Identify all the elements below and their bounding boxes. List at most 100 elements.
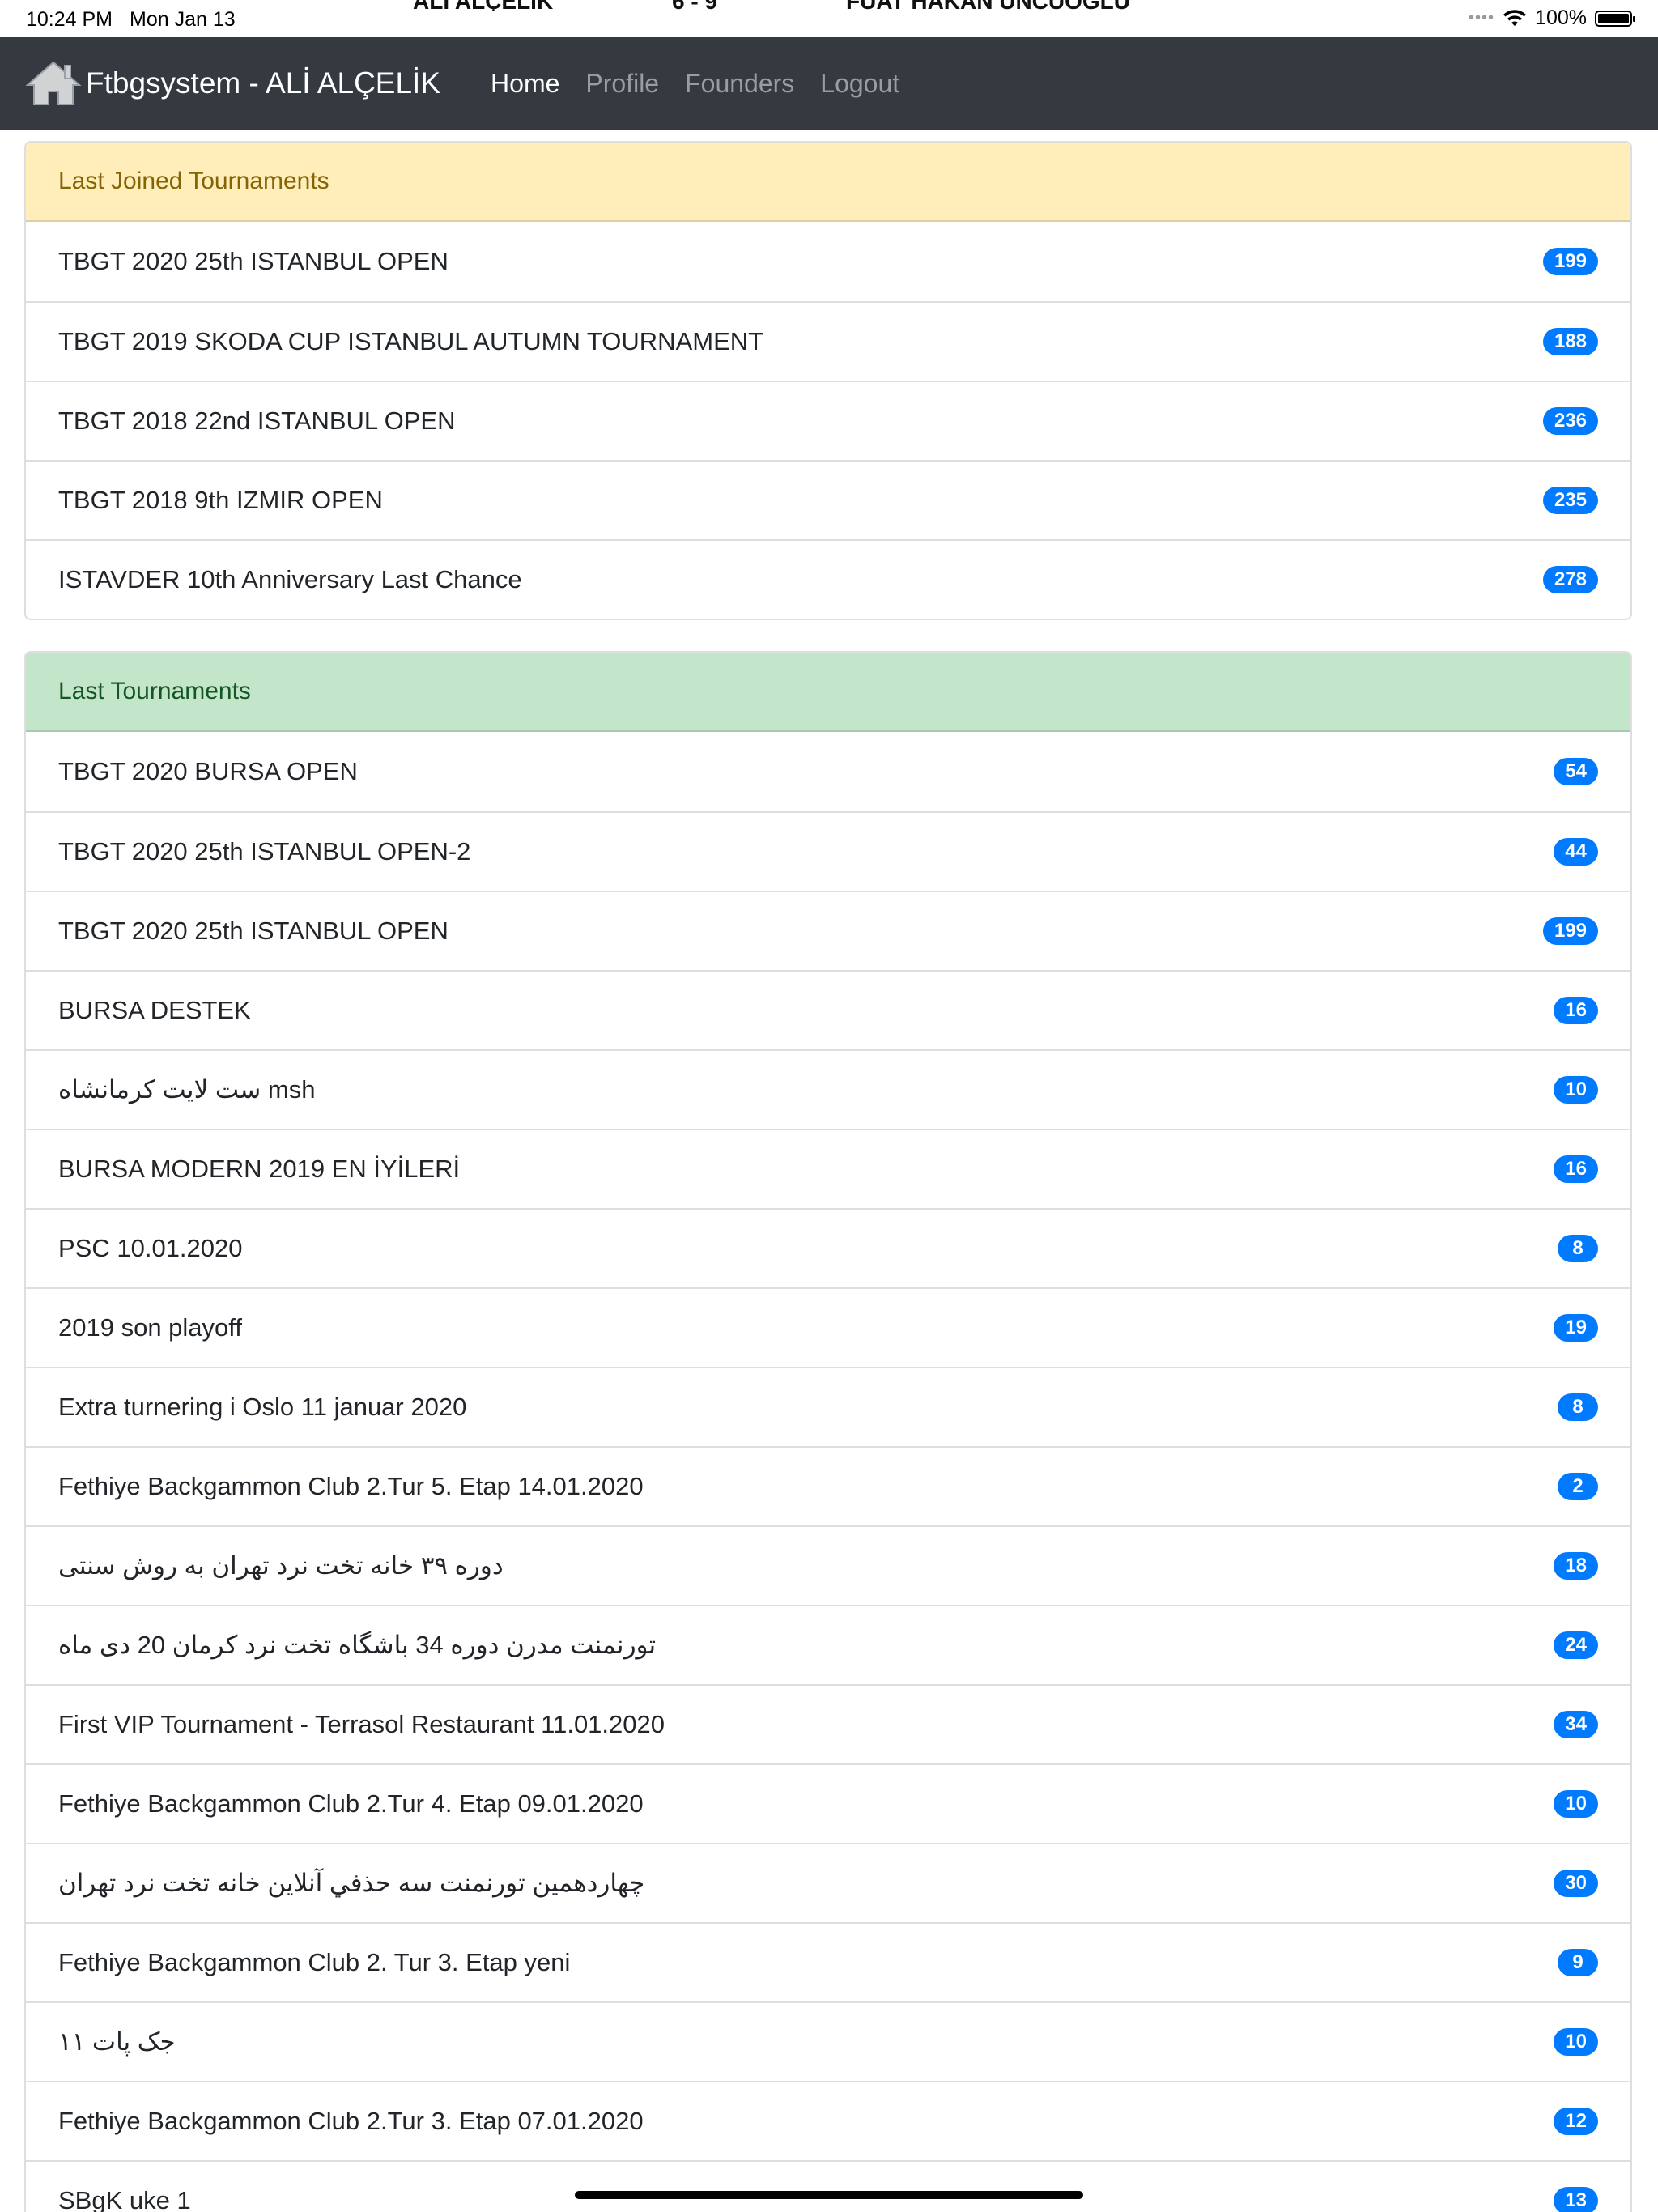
list-item[interactable]: ست لایت کرمانشاه msh 10: [26, 1049, 1630, 1129]
tournament-title: جک پات ۱۱: [58, 2027, 176, 2056]
status-date: Mon Jan 13: [130, 8, 236, 31]
status-right: •••• 100%: [1469, 6, 1635, 30]
status-bar: ALİ ALÇELİK 6 - 9 FUAT HAKAN ÜNCÜOĞLU 10…: [0, 0, 1658, 37]
tournament-title: دوره ۳۹ خانه تخت نرد تهران به روش سنتی: [58, 1551, 504, 1580]
last-joined-list: TBGT 2020 25th ISTANBUL OPEN 199 TBGT 2019…: [26, 222, 1630, 619]
list-item[interactable]: PSC 10.01.2020 8: [26, 1208, 1630, 1287]
tournament-title: Fethiye Backgammon Club 2. Tur 3. Etap y…: [58, 1948, 571, 1976]
tournament-title: TBGT 2018 22nd ISTANBUL OPEN: [58, 406, 456, 435]
tournament-title: چهاردهمین تورنمنت سه حذفي آنلاین خانه تخ…: [58, 1869, 645, 1897]
tournament-title: Fethiye Backgammon Club 2.Tur 5. Etap 14…: [58, 1472, 644, 1500]
tournament-title: TBGT 2020 25th ISTANBUL OPEN: [58, 247, 449, 275]
player-count-badge: 19: [1554, 1314, 1598, 1342]
tournament-title: تورنمنت مدرن دوره 34 باشگاه تخت نرد کرما…: [58, 1631, 657, 1659]
list-item[interactable]: TBGT 2020 25th ISTANBUL OPEN 199: [26, 891, 1630, 970]
player-count-badge: 9: [1558, 1949, 1598, 1976]
cut-score: 6 - 9: [672, 0, 717, 11]
page: ALİ ALÇELİK 6 - 9 FUAT HAKAN ÜNCÜOĞLU 10…: [0, 0, 1658, 2212]
tournament-title: TBGT 2020 BURSA OPEN: [58, 757, 358, 785]
list-item[interactable]: 2019 son playoff 19: [26, 1287, 1630, 1367]
tournament-title: BURSA MODERN 2019 EN İYİLERİ: [58, 1155, 461, 1183]
player-count-badge: 18: [1554, 1552, 1598, 1580]
tournament-title: First VIP Tournament - Terrasol Restaura…: [58, 1710, 665, 1738]
last-tournaments-header: Last Tournaments: [26, 653, 1630, 732]
tournament-title: Fethiye Backgammon Club 2.Tur 4. Etap 09…: [58, 1789, 644, 1818]
list-item[interactable]: BURSA DESTEK 16: [26, 970, 1630, 1049]
tournament-title: ISTAVDER 10th Anniversary Last Chance: [58, 565, 522, 593]
list-item[interactable]: ISTAVDER 10th Anniversary Last Chance 278: [26, 539, 1630, 619]
player-count-badge: 30: [1554, 1870, 1598, 1897]
player-count-badge: 199: [1542, 248, 1598, 275]
player-count-badge: 8: [1558, 1235, 1598, 1262]
list-item[interactable]: تورنمنت مدرن دوره 34 باشگاه تخت نرد کرما…: [26, 1605, 1630, 1684]
tournament-title: BURSA DESTEK: [58, 996, 251, 1024]
navbar: Ftbgsystem - ALİ ALÇELİK Home Profile Fo…: [0, 37, 1658, 130]
list-item[interactable]: TBGT 2018 9th IZMIR OPEN 235: [26, 460, 1630, 539]
list-item[interactable]: Fethiye Backgammon Club 2.Tur 3. Etap 07…: [26, 2081, 1630, 2160]
nav-logout[interactable]: Logout: [820, 69, 899, 99]
cut-player-left: ALİ ALÇELİK: [413, 0, 553, 11]
player-count-badge: 10: [1554, 1076, 1598, 1104]
nav-links: Home Profile Founders Logout: [465, 69, 899, 99]
player-count-badge: 16: [1554, 1155, 1598, 1183]
list-item[interactable]: First VIP Tournament - Terrasol Restaura…: [26, 1684, 1630, 1763]
player-count-badge: 16: [1554, 997, 1598, 1024]
tournament-title: ست لایت کرمانشاه msh: [58, 1075, 316, 1104]
wifi-icon: [1503, 9, 1527, 26]
player-count-badge: 8: [1558, 1393, 1598, 1421]
tournament-title: 2019 son playoff: [58, 1313, 242, 1342]
tournament-title: TBGT 2019 SKODA CUP ISTANBUL AUTUMN TOUR…: [58, 327, 764, 355]
navbar-brand[interactable]: Ftbgsystem - ALİ ALÇELİK: [24, 59, 440, 108]
list-item[interactable]: TBGT 2018 22nd ISTANBUL OPEN 236: [26, 381, 1630, 460]
list-item[interactable]: دوره ۳۹ خانه تخت نرد تهران به روش سنتی 18: [26, 1525, 1630, 1605]
player-count-badge: 235: [1542, 487, 1598, 514]
nav-profile[interactable]: Profile: [585, 69, 659, 99]
tournament-title: TBGT 2020 25th ISTANBUL OPEN-2: [58, 837, 471, 866]
signal-dots-icon: ••••: [1469, 9, 1495, 27]
notification-cut-off: ALİ ALÇELİK 6 - 9 FUAT HAKAN ÜNCÜOĞLU: [0, 0, 1658, 11]
battery-icon: [1595, 10, 1635, 27]
tournament-title: TBGT 2020 25th ISTANBUL OPEN: [58, 917, 449, 945]
list-item[interactable]: چهاردهمین تورنمنت سه حذفي آنلاین خانه تخ…: [26, 1843, 1630, 1922]
list-item[interactable]: Fethiye Backgammon Club 2.Tur 5. Etap 14…: [26, 1446, 1630, 1525]
tournament-title: SBgK uke 1: [58, 2186, 191, 2212]
list-item[interactable]: Fethiye Backgammon Club 2.Tur 4. Etap 09…: [26, 1763, 1630, 1843]
player-count-badge: 34: [1554, 1711, 1598, 1738]
player-count-badge: 24: [1554, 1631, 1598, 1659]
player-count-badge: 12: [1554, 2108, 1598, 2135]
list-item[interactable]: TBGT 2020 25th ISTANBUL OPEN 199: [26, 222, 1630, 301]
player-count-badge: 10: [1554, 2028, 1598, 2056]
nav-home[interactable]: Home: [491, 69, 559, 99]
tournament-title: TBGT 2018 9th IZMIR OPEN: [58, 486, 383, 514]
player-count-badge: 10: [1554, 1790, 1598, 1818]
tournament-title: PSC 10.01.2020: [58, 1234, 243, 1262]
list-item[interactable]: جک پات ۱۱ 10: [26, 2001, 1630, 2081]
battery-fill: [1598, 13, 1629, 23]
cut-player-right: FUAT HAKAN ÜNCÜOĞLU: [846, 0, 1130, 11]
list-item[interactable]: Extra turnering i Oslo 11 januar 2020 8: [26, 1367, 1630, 1446]
battery-percent: 100%: [1535, 6, 1587, 29]
list-item[interactable]: TBGT 2019 SKODA CUP ISTANBUL AUTUMN TOUR…: [26, 301, 1630, 381]
brand-text: Ftbgsystem - ALİ ALÇELİK: [86, 66, 441, 100]
nav-founders[interactable]: Founders: [685, 69, 794, 99]
last-tournaments-list: TBGT 2020 BURSA OPEN 54 TBGT 2020 25th IST…: [26, 732, 1630, 2212]
player-count-badge: 236: [1542, 407, 1598, 435]
tournament-title: Extra turnering i Oslo 11 januar 2020: [58, 1393, 467, 1421]
last-joined-card: Last Joined Tournaments TBGT 2020 25th I…: [24, 141, 1632, 620]
list-item[interactable]: Fethiye Backgammon Club 2. Tur 3. Etap y…: [26, 1922, 1630, 2001]
list-item[interactable]: BURSA MODERN 2019 EN İYİLERİ 16: [26, 1129, 1630, 1208]
list-item[interactable]: TBGT 2020 BURSA OPEN 54: [26, 732, 1630, 811]
player-count-badge: 2: [1558, 1473, 1598, 1500]
player-count-badge: 13: [1554, 2187, 1598, 2212]
player-count-badge: 54: [1554, 758, 1598, 785]
last-tournaments-card: Last Tournaments TBGT 2020 BURSA OPEN 54 T…: [24, 651, 1632, 2212]
tournament-title: Fethiye Backgammon Club 2.Tur 3. Etap 07…: [58, 2107, 644, 2135]
home-icon: [25, 61, 82, 105]
home-indicator: [575, 2191, 1083, 2199]
list-item[interactable]: SBgK uke 1 13: [26, 2160, 1630, 2212]
player-count-badge: 188: [1542, 328, 1598, 355]
list-item[interactable]: TBGT 2020 25th ISTANBUL OPEN-2 44: [26, 811, 1630, 891]
player-count-badge: 44: [1554, 838, 1598, 866]
status-time: 10:24 PM: [26, 8, 113, 31]
player-count-badge: 199: [1542, 917, 1598, 945]
